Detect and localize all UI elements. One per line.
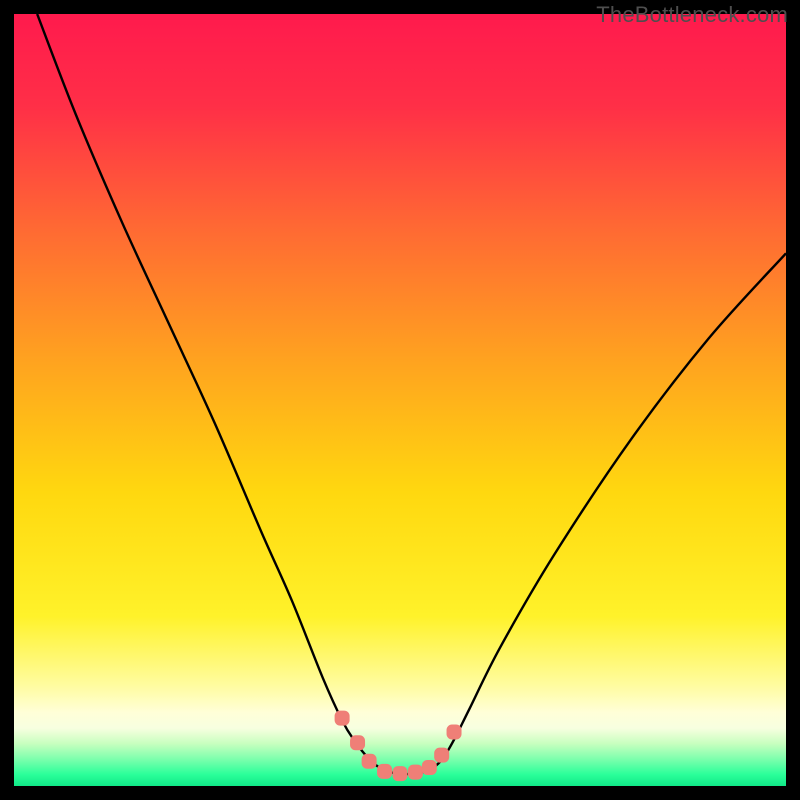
curve-marker	[335, 711, 349, 725]
curve-marker	[408, 765, 422, 779]
curve-marker	[422, 760, 436, 774]
curve-marker	[435, 748, 449, 762]
watermark-text: TheBottleneck.com	[596, 2, 788, 28]
gradient-background	[14, 14, 786, 786]
curve-marker	[393, 767, 407, 781]
curve-marker	[447, 725, 461, 739]
curve-marker	[378, 764, 392, 778]
bottleneck-chart	[14, 14, 786, 786]
curve-marker	[351, 736, 365, 750]
curve-marker	[362, 754, 376, 768]
chart-frame	[14, 14, 786, 786]
